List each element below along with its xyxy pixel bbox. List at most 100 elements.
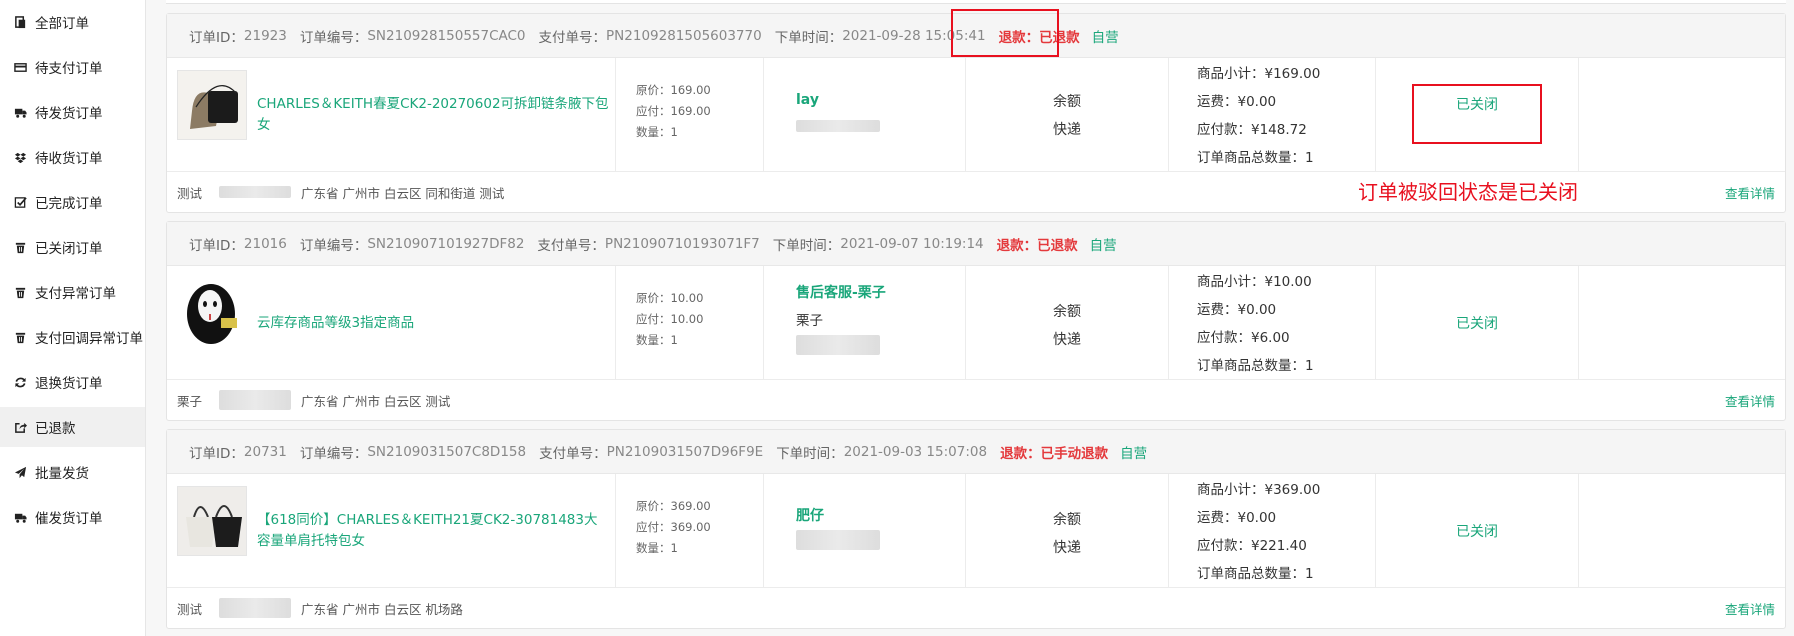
- refresh-icon: [13, 375, 27, 389]
- shipping-method: 快递: [1053, 332, 1081, 348]
- pay-no: PN21090710193071F7: [604, 235, 760, 252]
- subtotal: 商品小计：¥169.00: [1197, 66, 1321, 82]
- view-detail-link[interactable]: 查看详情: [1725, 183, 1775, 202]
- sidebar-item-label: 退换货订单: [35, 376, 103, 392]
- order-id: 21923: [243, 27, 287, 44]
- order-no-label: 订单编号：: [299, 445, 368, 462]
- view-detail-link[interactable]: 查看详情: [1725, 391, 1775, 410]
- sidebar-item-label: 已退款: [35, 421, 76, 437]
- order-body: 云库存商品等级3指定商品 原价：10.00 应付：10.00 数量：1 售后客服…: [167, 266, 1785, 380]
- truck-icon: [13, 105, 27, 119]
- product-cell: 云库存商品等级3指定商品: [167, 266, 616, 380]
- payable-amount: 应付款：¥148.72: [1197, 122, 1307, 138]
- order-no: SN210907101927DF82: [367, 235, 525, 252]
- sidebar-item-label: 催发货订单: [35, 511, 103, 527]
- order-body: 【618同价】CHARLES＆KEITH21夏CK2-30781483大容量单肩…: [167, 474, 1785, 588]
- blurred-phone: [796, 120, 880, 132]
- order-no: SN2109031507C8D158: [367, 443, 527, 460]
- freight: 运费：¥0.00: [1197, 302, 1277, 318]
- shipping-method: 快递: [1053, 122, 1081, 138]
- original-price: 原价：10.00: [636, 291, 704, 305]
- blurred-phone: [796, 335, 880, 355]
- view-detail-link[interactable]: 查看详情: [1725, 599, 1775, 618]
- buyer-cell: 肥仔: [764, 474, 966, 588]
- price-cell: 原价：369.00 应付：369.00 数量：1: [616, 474, 764, 588]
- product-cell: 【618同价】CHARLES＆KEITH21夏CK2-30781483大容量单肩…: [167, 474, 616, 588]
- order-status: 已关闭: [1456, 316, 1498, 332]
- product-cell: CHARLES＆KEITH春夏CK2-20270602可拆卸链条腋下包女: [167, 58, 616, 172]
- product-name-link[interactable]: 【618同价】CHARLES＆KEITH21夏CK2-30781483大容量单肩…: [257, 474, 609, 588]
- order-id-label: 订单ID：: [189, 237, 244, 254]
- blurred-phone: [219, 390, 292, 410]
- annotation-note: 订单被驳回状态是已关闭: [1358, 180, 1578, 204]
- sidebar-item-completed[interactable]: 已完成订单: [0, 182, 145, 222]
- sidebar-item-batch-ship[interactable]: 批量发货: [0, 452, 145, 492]
- payment-method: 余额: [1053, 94, 1081, 110]
- sidebar-item-label: 已关闭订单: [35, 241, 103, 257]
- quantity: 数量：1: [636, 333, 678, 347]
- check-square-icon: [13, 195, 27, 209]
- original-price: 原价：369.00: [636, 499, 711, 513]
- action-cell: [1579, 474, 1787, 588]
- sidebar-item-all-orders[interactable]: 全部订单: [0, 2, 145, 42]
- product-thumbnail[interactable]: [177, 486, 247, 556]
- buyer-nickname: 栗子: [796, 313, 823, 329]
- status-cell: 已关闭: [1376, 266, 1579, 380]
- product-thumbnail[interactable]: [177, 70, 247, 140]
- sidebar-item-pending-receipt[interactable]: 待收货订单: [0, 137, 145, 177]
- pay-no-label: 支付单号：: [539, 445, 607, 462]
- buyer-cell: lay: [764, 58, 966, 172]
- order-no-label: 订单编号：: [299, 237, 368, 254]
- due-price: 应付：369.00: [636, 520, 711, 534]
- trash-icon: [13, 330, 27, 344]
- shipping-address: 广东省 广州市 白云区 机场路: [301, 601, 463, 617]
- sidebar-item-label: 批量发货: [35, 466, 89, 482]
- product-name-link[interactable]: CHARLES＆KEITH春夏CK2-20270602可拆卸链条腋下包女: [257, 58, 609, 172]
- sidebar-item-label: 待支付订单: [35, 61, 103, 77]
- pay-no: PN2109031507D96F9E: [606, 443, 764, 460]
- freight: 运费：¥0.00: [1197, 510, 1277, 526]
- sidebar-item-closed[interactable]: 已关闭订单: [0, 227, 145, 267]
- dropbox-icon: [13, 150, 27, 164]
- buyer-name-link[interactable]: lay: [796, 86, 880, 114]
- pay-no-label: 支付单号：: [538, 29, 607, 46]
- buyer-name-link[interactable]: 肥仔: [796, 502, 880, 530]
- payment-cell: 余额 快递: [966, 266, 1169, 380]
- payment-method: 余额: [1053, 512, 1081, 528]
- trash-icon: [13, 285, 27, 299]
- payable-amount: 应付款：¥221.40: [1197, 538, 1307, 554]
- order-header: 订单ID： 21016 订单编号： SN210907101927DF82 支付单号：…: [167, 222, 1785, 266]
- payment-cell: 余额 快递: [966, 58, 1169, 172]
- order-no: SN210928150557CAC0: [367, 27, 526, 44]
- pay-no: PN2109281505603770: [606, 27, 762, 44]
- price-cell: 原价：169.00 应付：169.00 数量：1: [616, 58, 764, 172]
- order-id: 20731: [243, 443, 287, 460]
- buyer-name-link[interactable]: 售后客服-栗子: [796, 279, 886, 307]
- sidebar-item-label: 支付回调异常订单: [35, 331, 143, 347]
- status-cell: 已关闭: [1376, 474, 1579, 588]
- sidebar-item-refunded[interactable]: 已退款: [0, 407, 145, 447]
- product-name-link[interactable]: 云库存商品等级3指定商品: [257, 266, 609, 380]
- sidebar-item-pending-payment[interactable]: 待支付订单: [0, 47, 145, 87]
- previous-card-edge: [166, 0, 1786, 4]
- file-icon: [13, 15, 27, 29]
- order-footer: 测试 广东省 广州市 白云区 机场路 查看详情: [167, 588, 1785, 628]
- payment-method: 余额: [1053, 304, 1081, 320]
- sidebar-item-returns[interactable]: 退换货订单: [0, 362, 145, 402]
- order-id-label: 订单ID：: [189, 445, 244, 462]
- send-icon: [13, 465, 27, 479]
- order-time-label: 下单时间：: [776, 445, 844, 462]
- amount-cell: 商品小计：¥369.00 运费：¥0.00 应付款：¥221.40 订单商品总数…: [1169, 474, 1376, 588]
- sidebar-item-callback-exception[interactable]: 支付回调异常订单: [0, 317, 145, 357]
- sidebar: 全部订单 待支付订单 待发货订单 待收货订单 已完成订单 已关闭订单 支付异常订…: [0, 0, 146, 636]
- blurred-phone: [219, 598, 292, 618]
- shipping-address: 广东省 广州市 白云区 同和街道 测试: [301, 185, 505, 201]
- sidebar-item-label: 支付异常订单: [35, 286, 116, 302]
- product-thumbnail[interactable]: [177, 278, 247, 348]
- sidebar-item-payment-exception[interactable]: 支付异常订单: [0, 272, 145, 312]
- sidebar-item-pending-shipment[interactable]: 待发货订单: [0, 92, 145, 132]
- original-price: 原价：169.00: [636, 83, 711, 97]
- order-card: 订单ID： 21016 订单编号： SN210907101927DF82 支付单号：…: [166, 221, 1786, 421]
- self-operated-badge: 自营: [1120, 445, 1148, 462]
- sidebar-item-urge-shipment[interactable]: 催发货订单: [0, 497, 145, 537]
